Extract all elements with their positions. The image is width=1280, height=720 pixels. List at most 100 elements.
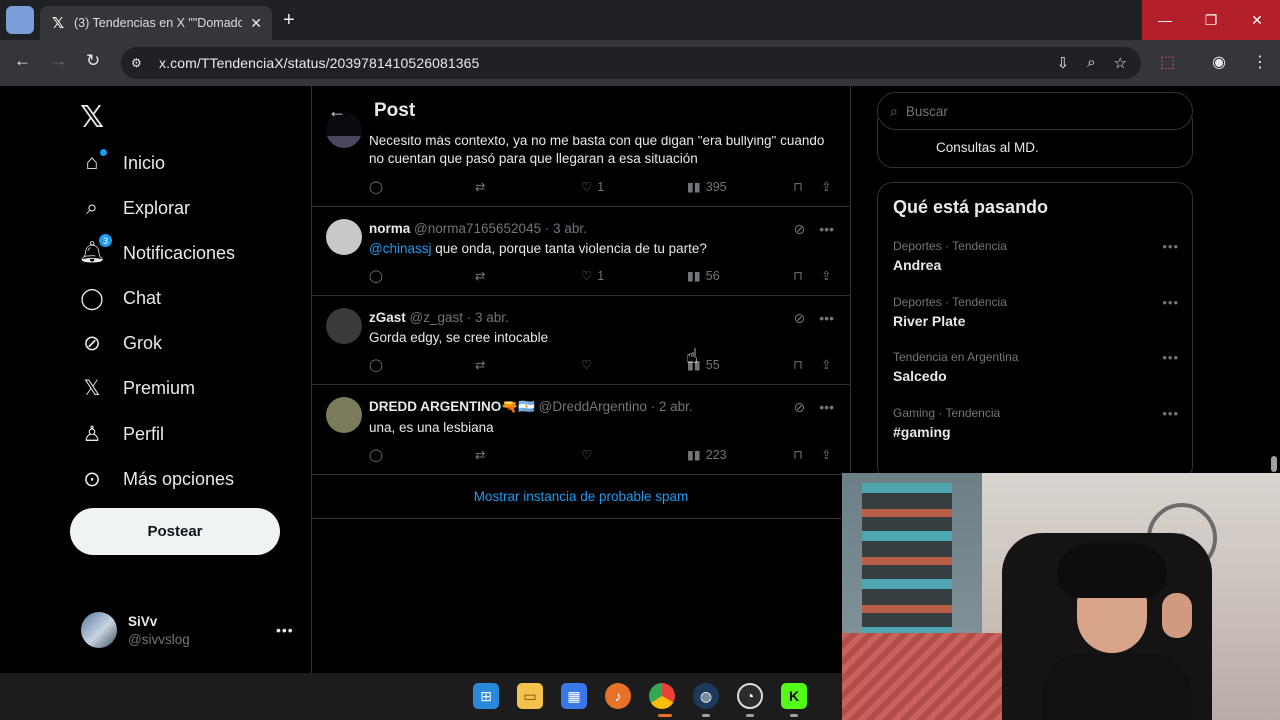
bookmark-star-icon[interactable]: ☆ bbox=[1114, 54, 1127, 72]
more-options-icon[interactable]: ••• bbox=[1162, 406, 1179, 421]
reload-icon[interactable]: ↻ bbox=[86, 51, 100, 71]
file-explorer-icon[interactable]: ▭ bbox=[517, 683, 543, 709]
nav-item-chat[interactable]: ◯ Chat bbox=[80, 283, 161, 313]
reply-icon[interactable]: ◯ bbox=[369, 357, 383, 372]
chrome-icon[interactable] bbox=[649, 683, 675, 709]
nav-item-inicio[interactable]: ⌂ Inicio bbox=[80, 148, 165, 178]
nav-item-grok[interactable]: ⊘ Grok bbox=[80, 328, 162, 358]
views-button[interactable]: ▮▮ 223 bbox=[687, 447, 727, 463]
reply-actions: ◯ ⇄ ♡ 1 ▮▮ 56 ⊓ ⇪ bbox=[369, 268, 839, 288]
reply-author-name[interactable]: zGast bbox=[369, 310, 406, 325]
webcam-person bbox=[1042, 543, 1192, 720]
more-options-icon[interactable]: ••• bbox=[819, 221, 834, 238]
more-options-icon[interactable]: ••• bbox=[1162, 239, 1179, 254]
back-arrow-icon[interactable]: ← bbox=[14, 51, 31, 71]
avatar[interactable] bbox=[326, 397, 362, 433]
grok-icon[interactable]: ⊘ bbox=[794, 221, 806, 238]
more-options-icon[interactable]: ••• bbox=[819, 399, 834, 416]
site-info-icon[interactable]: ⚙ bbox=[131, 56, 147, 70]
reply-author-handle[interactable]: @norma7165652045 · 3 abr. bbox=[414, 221, 587, 236]
reply-icon[interactable]: ◯ bbox=[369, 268, 383, 283]
trend-item[interactable]: Gaming · Tendencia #gaming ••• bbox=[893, 406, 1179, 440]
trend-item[interactable]: Deportes · Tendencia River Plate ••• bbox=[893, 295, 1179, 329]
show-spam-link[interactable]: Mostrar instancia de probable spam bbox=[312, 475, 850, 519]
minimize-button[interactable]: — bbox=[1142, 0, 1188, 40]
search-box[interactable]: ⌕ bbox=[877, 92, 1193, 130]
more-options-icon[interactable]: ••• bbox=[819, 310, 834, 327]
restore-button[interactable]: ❐ bbox=[1188, 0, 1234, 40]
reply-icon[interactable]: ◯ bbox=[369, 447, 383, 462]
scrollbar-thumb[interactable] bbox=[1271, 456, 1277, 472]
mention-link[interactable]: @chinassj bbox=[369, 241, 431, 256]
reply-item[interactable]: DREDD ARGENTINO🔫🇦🇷 @DreddArgentino · 2 a… bbox=[312, 385, 850, 475]
x-logo-icon[interactable]: 𝕏 bbox=[80, 100, 104, 135]
tab-search-icon[interactable] bbox=[6, 6, 34, 34]
reply-author-name[interactable]: norma bbox=[369, 221, 410, 236]
like-button[interactable]: ♡ bbox=[581, 357, 592, 372]
tab-close-icon[interactable]: ✕ bbox=[250, 15, 262, 32]
bookmark-icon[interactable]: ⊓ bbox=[793, 357, 803, 372]
start-menu-icon[interactable]: ⊞ bbox=[473, 683, 499, 709]
share-icon[interactable]: ⇪ bbox=[821, 179, 831, 194]
steam-icon[interactable]: ◍ bbox=[693, 683, 719, 709]
reply-item[interactable]: norma @norma7165652045 · 3 abr. ⊘ ••• @c… bbox=[312, 207, 850, 296]
profile-avatar-icon[interactable]: ◉ bbox=[1212, 52, 1226, 72]
grok-icon[interactable]: ⊘ bbox=[794, 310, 806, 327]
trend-item[interactable]: Tendencia en Argentina Salcedo ••• bbox=[893, 350, 1179, 384]
share-icon[interactable]: ⇪ bbox=[821, 447, 831, 462]
retweet-icon[interactable]: ⇄ bbox=[475, 357, 485, 372]
nav-item-mas-opciones[interactable]: ⊙ Más opciones bbox=[80, 464, 234, 494]
browser-tab[interactable]: 𝕏 (3) Tendencias en X ""Domado ✕ bbox=[40, 6, 272, 40]
browser-menu-icon[interactable]: ⋮ bbox=[1252, 52, 1268, 72]
more-options-icon[interactable]: ••• bbox=[1162, 350, 1179, 365]
page-scrollbar[interactable] bbox=[1270, 90, 1278, 473]
account-switcher[interactable]: SiVv @sivvslog bbox=[81, 612, 190, 648]
reply-author-handle[interactable]: @z_gast · 3 abr. bbox=[410, 310, 509, 325]
x-icon: 𝕏 bbox=[83, 376, 101, 400]
nav-item-perfil[interactable]: ♙ Perfil bbox=[80, 419, 164, 449]
avatar[interactable] bbox=[326, 308, 362, 344]
like-button[interactable]: ♡ 1 bbox=[581, 179, 604, 195]
share-icon[interactable]: ⇪ bbox=[821, 357, 831, 372]
retweet-icon[interactable]: ⇄ bbox=[475, 268, 485, 283]
trend-meta: Gaming · Tendencia bbox=[893, 406, 1001, 420]
address-bar[interactable]: ⚙ x.com/TTendenciaX/status/2039781410526… bbox=[121, 47, 1141, 79]
kick-icon[interactable]: K bbox=[781, 683, 807, 709]
fl-studio-icon[interactable]: ♪ bbox=[605, 683, 631, 709]
post-button[interactable]: Postear bbox=[70, 508, 280, 555]
back-arrow-icon[interactable]: ← bbox=[328, 101, 346, 122]
share-icon[interactable]: ⇪ bbox=[821, 268, 831, 283]
zoom-icon[interactable]: ⌕ bbox=[1087, 54, 1095, 72]
bookmark-icon[interactable]: ⊓ bbox=[793, 268, 803, 283]
bookmark-icon[interactable]: ⊓ bbox=[793, 447, 803, 462]
reply-author-name[interactable]: DREDD ARGENTINO🔫🇦🇷 bbox=[369, 399, 535, 414]
more-options-icon[interactable]: ••• bbox=[276, 622, 294, 638]
retweet-icon[interactable]: ⇄ bbox=[475, 447, 485, 462]
install-app-icon[interactable]: ⇩ bbox=[1057, 54, 1070, 72]
obs-icon[interactable]: ◔ bbox=[737, 683, 763, 709]
chat-icon: ◯ bbox=[80, 286, 104, 310]
nav-item-premium[interactable]: 𝕏 Premium bbox=[80, 373, 195, 403]
new-tab-button[interactable]: + bbox=[283, 9, 295, 32]
search-input[interactable] bbox=[905, 103, 1166, 119]
forward-arrow-icon[interactable]: → bbox=[50, 51, 67, 71]
store-icon[interactable]: ▦ bbox=[561, 683, 587, 709]
like-button[interactable]: ♡ 1 bbox=[581, 268, 604, 284]
reply-author-handle[interactable]: @DreddArgentino · 2 abr. bbox=[539, 399, 693, 414]
more-options-icon[interactable]: ••• bbox=[1162, 295, 1179, 310]
close-window-button[interactable]: ✕ bbox=[1234, 0, 1280, 40]
retweet-icon[interactable]: ⇄ bbox=[475, 179, 485, 194]
views-button[interactable]: ▮▮ 395 bbox=[687, 179, 727, 195]
bookmark-icon[interactable]: ⊓ bbox=[793, 179, 803, 194]
avatar[interactable] bbox=[326, 219, 362, 255]
reply-item[interactable]: zGast @z_gast · 3 abr. ⊘ ••• Gorda edgy,… bbox=[312, 296, 850, 385]
reply-icon[interactable]: ◯ bbox=[369, 179, 383, 194]
views-button[interactable]: ▮▮ 56 bbox=[687, 268, 720, 284]
grok-icon[interactable]: ⊘ bbox=[794, 399, 806, 416]
nav-item-explorar[interactable]: ⌕ Explorar bbox=[80, 193, 190, 223]
url-text[interactable]: x.com/TTendenciaX/status/203978141052608… bbox=[159, 55, 479, 71]
trend-item[interactable]: Deportes · Tendencia Andrea ••• bbox=[893, 239, 1179, 273]
like-button[interactable]: ♡ bbox=[581, 447, 592, 462]
extensions-icon[interactable]: ⬚ bbox=[1160, 52, 1175, 72]
nav-item-notificaciones[interactable]: 🔔︎ 3 Notificaciones bbox=[79, 234, 235, 268]
